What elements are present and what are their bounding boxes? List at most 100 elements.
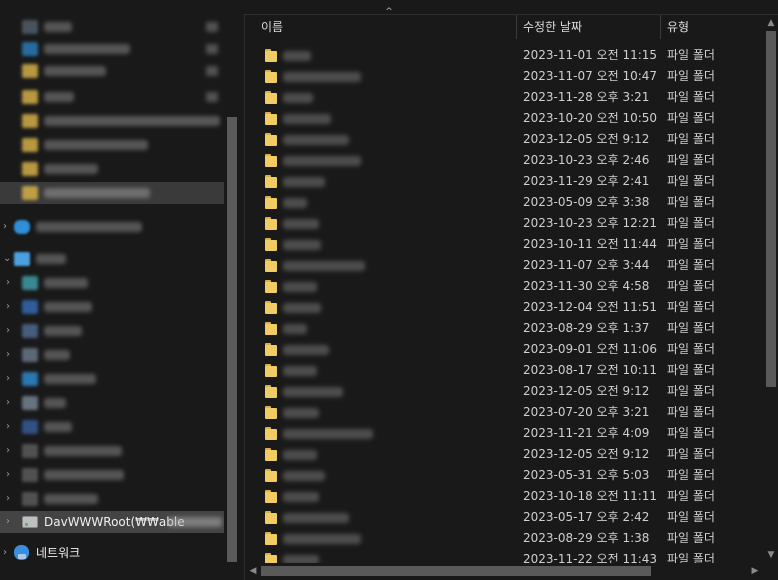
file-row[interactable]: 2023-07-20 오후 3:21 파일 폴더 — [245, 402, 763, 423]
file-name-blurred — [283, 72, 361, 82]
drive-icon — [22, 348, 38, 362]
drive-icon — [22, 396, 38, 410]
quick-access-item-selected[interactable] — [0, 182, 224, 204]
vertical-scrollbar-thumb[interactable] — [766, 31, 776, 387]
file-row[interactable]: 2023-08-29 오후 1:37 파일 폴더 — [245, 318, 763, 339]
chevron-right-icon[interactable]: › — [6, 468, 16, 482]
file-modified-date: 2023-10-23 오후 12:21 — [523, 216, 658, 230]
file-modified-date: 2023-11-07 오전 10:47 — [523, 69, 658, 83]
file-row[interactable]: 2023-12-05 오전 9:12 파일 폴더 — [245, 129, 763, 150]
quick-access-item[interactable] — [0, 110, 224, 132]
scroll-left-icon[interactable]: ◀ — [245, 563, 261, 579]
quick-access-item[interactable] — [0, 158, 224, 180]
file-row[interactable]: 2023-11-07 오후 3:44 파일 폴더 — [245, 255, 763, 276]
scroll-up-icon[interactable]: ▲ — [763, 15, 778, 31]
blurred-label — [44, 470, 124, 480]
quick-access-item[interactable] — [0, 134, 224, 156]
chevron-right-icon[interactable]: › — [6, 420, 16, 434]
nav-item-onedrive[interactable]: › — [0, 216, 224, 238]
file-type: 파일 폴더 — [667, 111, 715, 125]
chevron-right-icon[interactable]: › — [3, 220, 13, 234]
file-row[interactable]: 2023-11-21 오후 4:09 파일 폴더 — [245, 423, 763, 444]
chevron-right-icon[interactable]: › — [6, 372, 16, 386]
folder-icon — [265, 49, 277, 62]
folder-icon — [265, 511, 277, 524]
scroll-down-icon[interactable]: ▼ — [763, 547, 778, 563]
nav-item-drive[interactable]: › — [0, 392, 224, 414]
file-row[interactable]: 2023-10-11 오전 11:44 파일 폴더 — [245, 234, 763, 255]
column-header-type[interactable]: 유형 — [661, 15, 763, 39]
file-row[interactable]: 2023-08-17 오전 10:11 파일 폴더 — [245, 360, 763, 381]
column-header-modified[interactable]: 수정한 날짜 — [517, 15, 661, 39]
nav-item-network-drive[interactable]: › DavWWWRoot(₩₩able — [0, 511, 224, 533]
file-name-blurred — [283, 324, 307, 334]
nav-item-this-pc[interactable]: ⌄ — [0, 248, 224, 270]
quick-access-item[interactable] — [0, 86, 224, 108]
nav-item-drive[interactable]: › — [0, 272, 224, 294]
file-modified-date: 2023-11-29 오후 2:41 — [523, 174, 650, 188]
file-row[interactable]: 2023-12-05 오전 9:12 파일 폴더 — [245, 444, 763, 465]
nav-item-drive[interactable]: › — [0, 464, 224, 486]
chevron-right-icon[interactable]: › — [6, 444, 16, 458]
chevron-right-icon[interactable]: › — [6, 492, 16, 506]
file-row[interactable]: 2023-11-22 오전 11:43 파일 폴더 — [245, 549, 763, 563]
nav-item-network[interactable]: › 네트워크 — [0, 542, 224, 564]
chevron-down-icon[interactable]: ⌄ — [3, 252, 13, 266]
nav-item-drive[interactable]: › — [0, 488, 224, 510]
chevron-right-icon[interactable]: › — [6, 300, 16, 314]
file-row[interactable]: 2023-10-23 오후 12:21 파일 폴더 — [245, 213, 763, 234]
file-type: 파일 폴더 — [667, 153, 715, 167]
nav-item-drive[interactable]: › — [0, 416, 224, 438]
file-row[interactable]: 2023-11-29 오후 2:41 파일 폴더 — [245, 171, 763, 192]
nav-item-drive[interactable]: › — [0, 296, 224, 318]
nav-item-drive[interactable]: › — [0, 320, 224, 342]
nav-item-drive[interactable]: › — [0, 344, 224, 366]
quick-access-item[interactable] — [0, 16, 224, 38]
file-row[interactable]: 2023-12-05 오전 9:12 파일 폴더 — [245, 381, 763, 402]
file-row[interactable]: 2023-10-20 오전 10:50 파일 폴더 — [245, 108, 763, 129]
column-header-modified-label: 수정한 날짜 — [523, 20, 583, 34]
file-row[interactable]: 2023-11-30 오후 4:58 파일 폴더 — [245, 276, 763, 297]
file-row[interactable]: 2023-05-17 오후 2:42 파일 폴더 — [245, 507, 763, 528]
file-row[interactable]: 2023-11-07 오전 10:47 파일 폴더 — [245, 66, 763, 87]
blurred-label — [44, 302, 92, 312]
file-row[interactable]: 2023-10-23 오후 2:46 파일 폴더 — [245, 150, 763, 171]
file-row[interactable]: 2023-11-28 오후 3:21 파일 폴더 — [245, 87, 763, 108]
file-type: 파일 폴더 — [667, 69, 715, 83]
file-row[interactable]: 2023-05-09 오후 3:38 파일 폴더 — [245, 192, 763, 213]
blurred-label — [44, 494, 98, 504]
chevron-right-icon[interactable]: › — [6, 348, 16, 362]
navigation-pane[interactable]: › ⌄ › › › › › › › › › › › DavWWWRoot(₩₩a… — [0, 0, 240, 580]
file-row[interactable]: 2023-08-29 오후 1:38 파일 폴더 — [245, 528, 763, 549]
drive-icon — [22, 300, 38, 314]
nav-scrollbar-thumb[interactable] — [227, 117, 237, 562]
file-name-blurred — [283, 387, 343, 397]
blurred-label — [44, 446, 122, 456]
horizontal-scrollbar-thumb[interactable] — [261, 566, 651, 576]
file-list-pane[interactable]: 이름 ^ 수정한 날짜 유형 2023-11-01 오전 11:15 파일 폴더 2… — [244, 7, 778, 580]
chevron-right-icon[interactable]: › — [6, 324, 16, 338]
chevron-right-icon[interactable]: › — [3, 546, 13, 560]
file-name-blurred — [283, 492, 319, 502]
blurred-label — [44, 350, 70, 360]
chevron-right-icon[interactable]: › — [6, 396, 16, 410]
file-row[interactable]: 2023-12-04 오전 11:51 파일 폴더 — [245, 297, 763, 318]
nav-item-drive[interactable]: › — [0, 440, 224, 462]
file-type: 파일 폴더 — [667, 342, 715, 356]
quick-access-item[interactable] — [0, 60, 224, 82]
file-row[interactable]: 2023-09-01 오전 11:06 파일 폴더 — [245, 339, 763, 360]
file-row[interactable]: 2023-05-31 오후 5:03 파일 폴더 — [245, 465, 763, 486]
file-row[interactable]: 2023-10-18 오전 11:11 파일 폴더 — [245, 486, 763, 507]
quick-access-item[interactable] — [0, 38, 224, 60]
folder-icon — [265, 91, 277, 104]
column-header-name[interactable]: 이름 — [255, 15, 517, 39]
nav-item-drive[interactable]: › — [0, 368, 224, 390]
file-row[interactable]: 2023-11-01 오전 11:15 파일 폴더 — [245, 45, 763, 66]
scroll-right-icon[interactable]: ▶ — [747, 563, 763, 579]
file-type: 파일 폴더 — [667, 174, 715, 188]
chevron-right-icon[interactable]: › — [6, 515, 16, 529]
file-name-blurred — [283, 177, 325, 187]
file-modified-date: 2023-12-04 오전 11:51 — [523, 300, 658, 314]
chevron-right-icon[interactable]: › — [6, 276, 16, 290]
folder-icon — [265, 406, 277, 419]
